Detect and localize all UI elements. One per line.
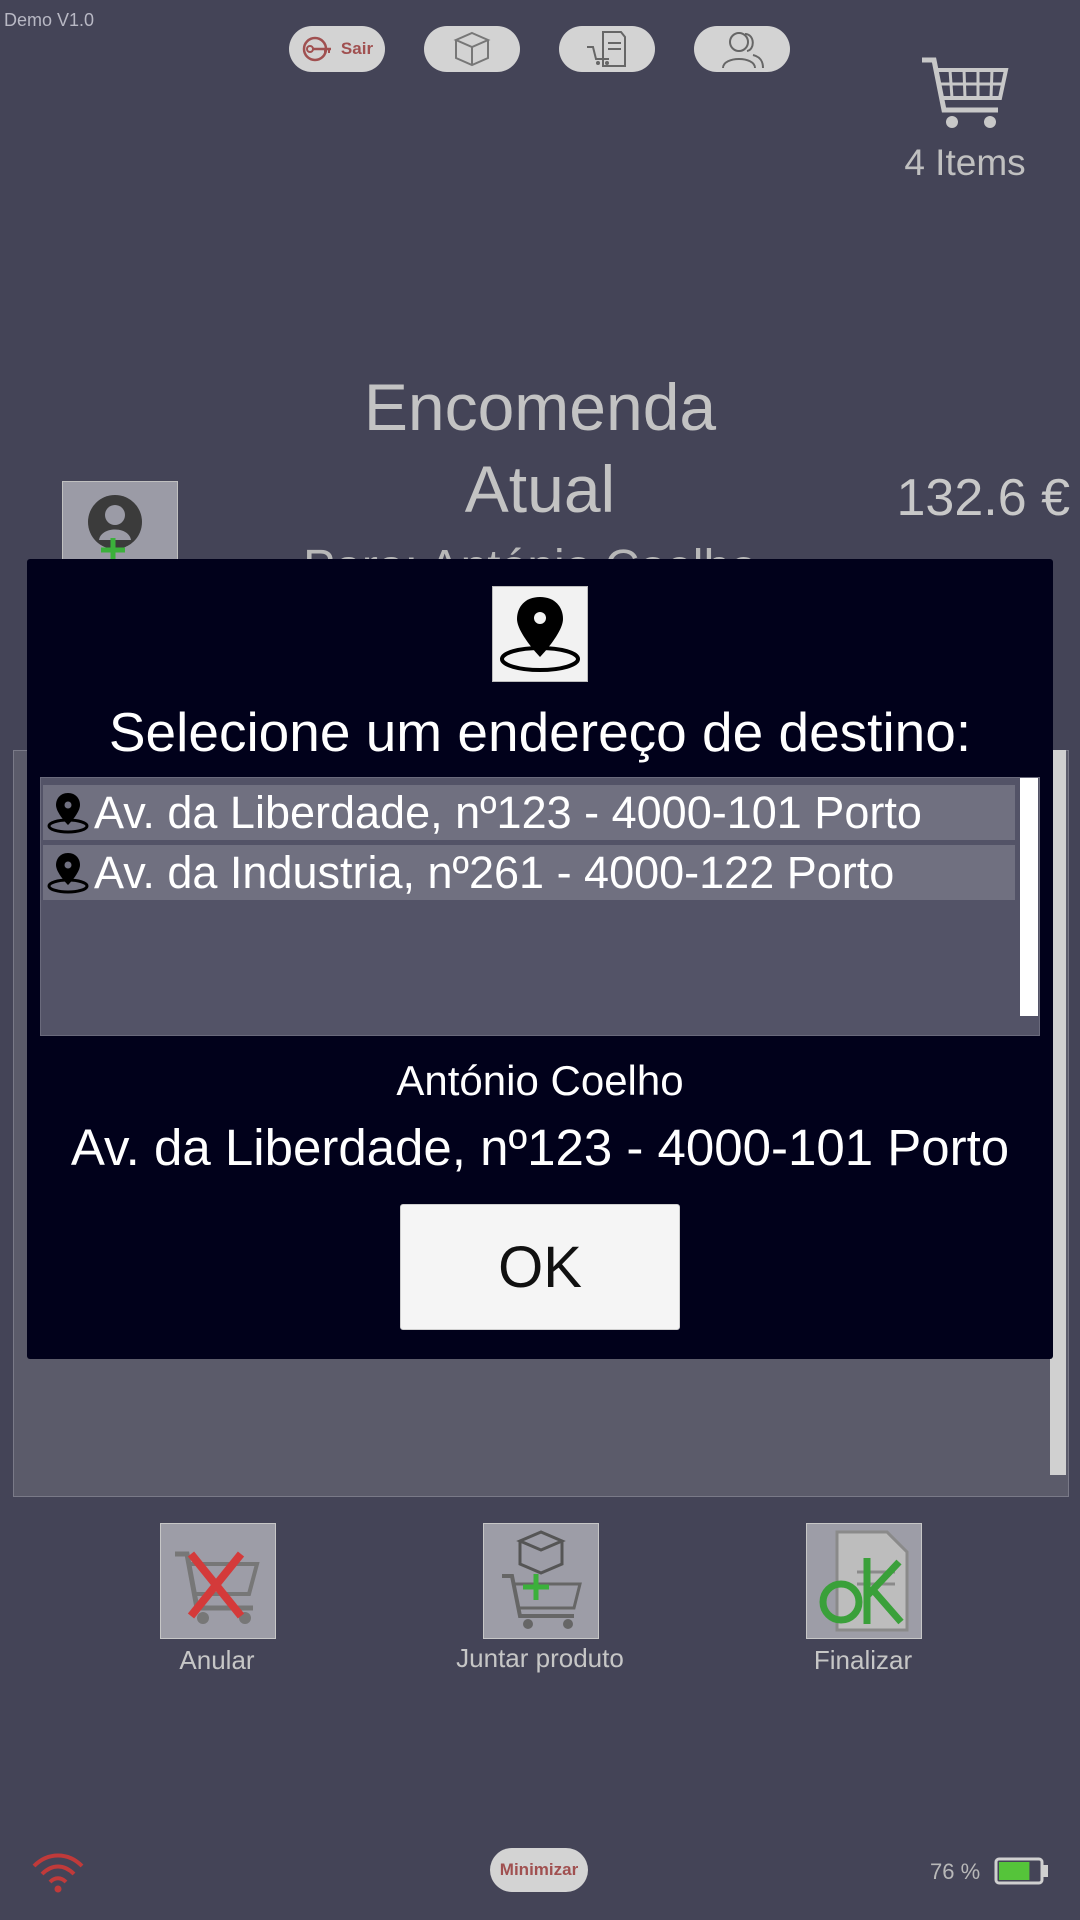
address-list-scrollbar[interactable] (1020, 778, 1038, 1016)
cart-cancel-icon (175, 1551, 260, 1624)
address-label: Av. da Liberdade, nº123 - 4000-101 Porto (94, 786, 922, 838)
select-customer-button[interactable] (62, 481, 178, 562)
address-item[interactable]: Av. da Liberdade, nº123 - 4000-101 Porto (43, 785, 1015, 840)
customers-button[interactable] (694, 26, 790, 72)
orders-button[interactable] (559, 26, 655, 72)
add-product-button[interactable] (483, 1523, 599, 1639)
app-version: Demo V1.0 (4, 10, 95, 30)
document-ok-icon (819, 1530, 909, 1632)
battery-icon (994, 1857, 1048, 1885)
order-customer: Para: António Coelho (240, 538, 820, 560)
finalize-order-label: Finalizar (813, 1645, 913, 1675)
minimize-button[interactable]: Minimizar (490, 1848, 588, 1892)
wifi-icon (32, 1853, 84, 1893)
users-icon (722, 32, 764, 69)
add-customer-icon (88, 495, 142, 562)
key-icon (302, 36, 331, 62)
products-button[interactable] (424, 26, 520, 72)
finalize-order-button[interactable] (806, 1523, 922, 1639)
order-total: 132.6 € (896, 469, 1071, 527)
cancel-order-label: Anular (179, 1645, 255, 1675)
location-pin-icon (44, 788, 92, 838)
selected-customer-name: António Coelho (396, 1057, 684, 1104)
logout-label: Sair (340, 39, 374, 58)
cancel-order-button[interactable] (160, 1523, 276, 1639)
box-icon (453, 31, 491, 67)
location-pin-icon (44, 848, 92, 898)
location-pin-icon (492, 586, 588, 682)
selected-address: Av. da Liberdade, nº123 - 4000-101 Porto (70, 1119, 1010, 1176)
add-product-label: Juntar produto (456, 1643, 624, 1673)
address-item[interactable]: Av. da Industria, nº261 - 4000-122 Porto (43, 845, 1015, 900)
cart-count: 4 Items (904, 142, 1026, 183)
battery-percentage: 76 % (930, 1859, 981, 1884)
logout-button[interactable]: Sair (289, 26, 385, 72)
cart-icon[interactable] (920, 52, 1010, 136)
address-label: Av. da Industria, nº261 - 4000-122 Porto (94, 846, 895, 898)
cart-document-icon (587, 31, 626, 67)
dialog-title: Selecione um endereço de destino: (108, 701, 972, 763)
page-title: Encomenda Atual (363, 370, 717, 526)
ok-button[interactable]: OK (400, 1204, 680, 1330)
battery-fill (999, 1862, 1030, 1880)
cart-add-box-icon (502, 1530, 582, 1629)
